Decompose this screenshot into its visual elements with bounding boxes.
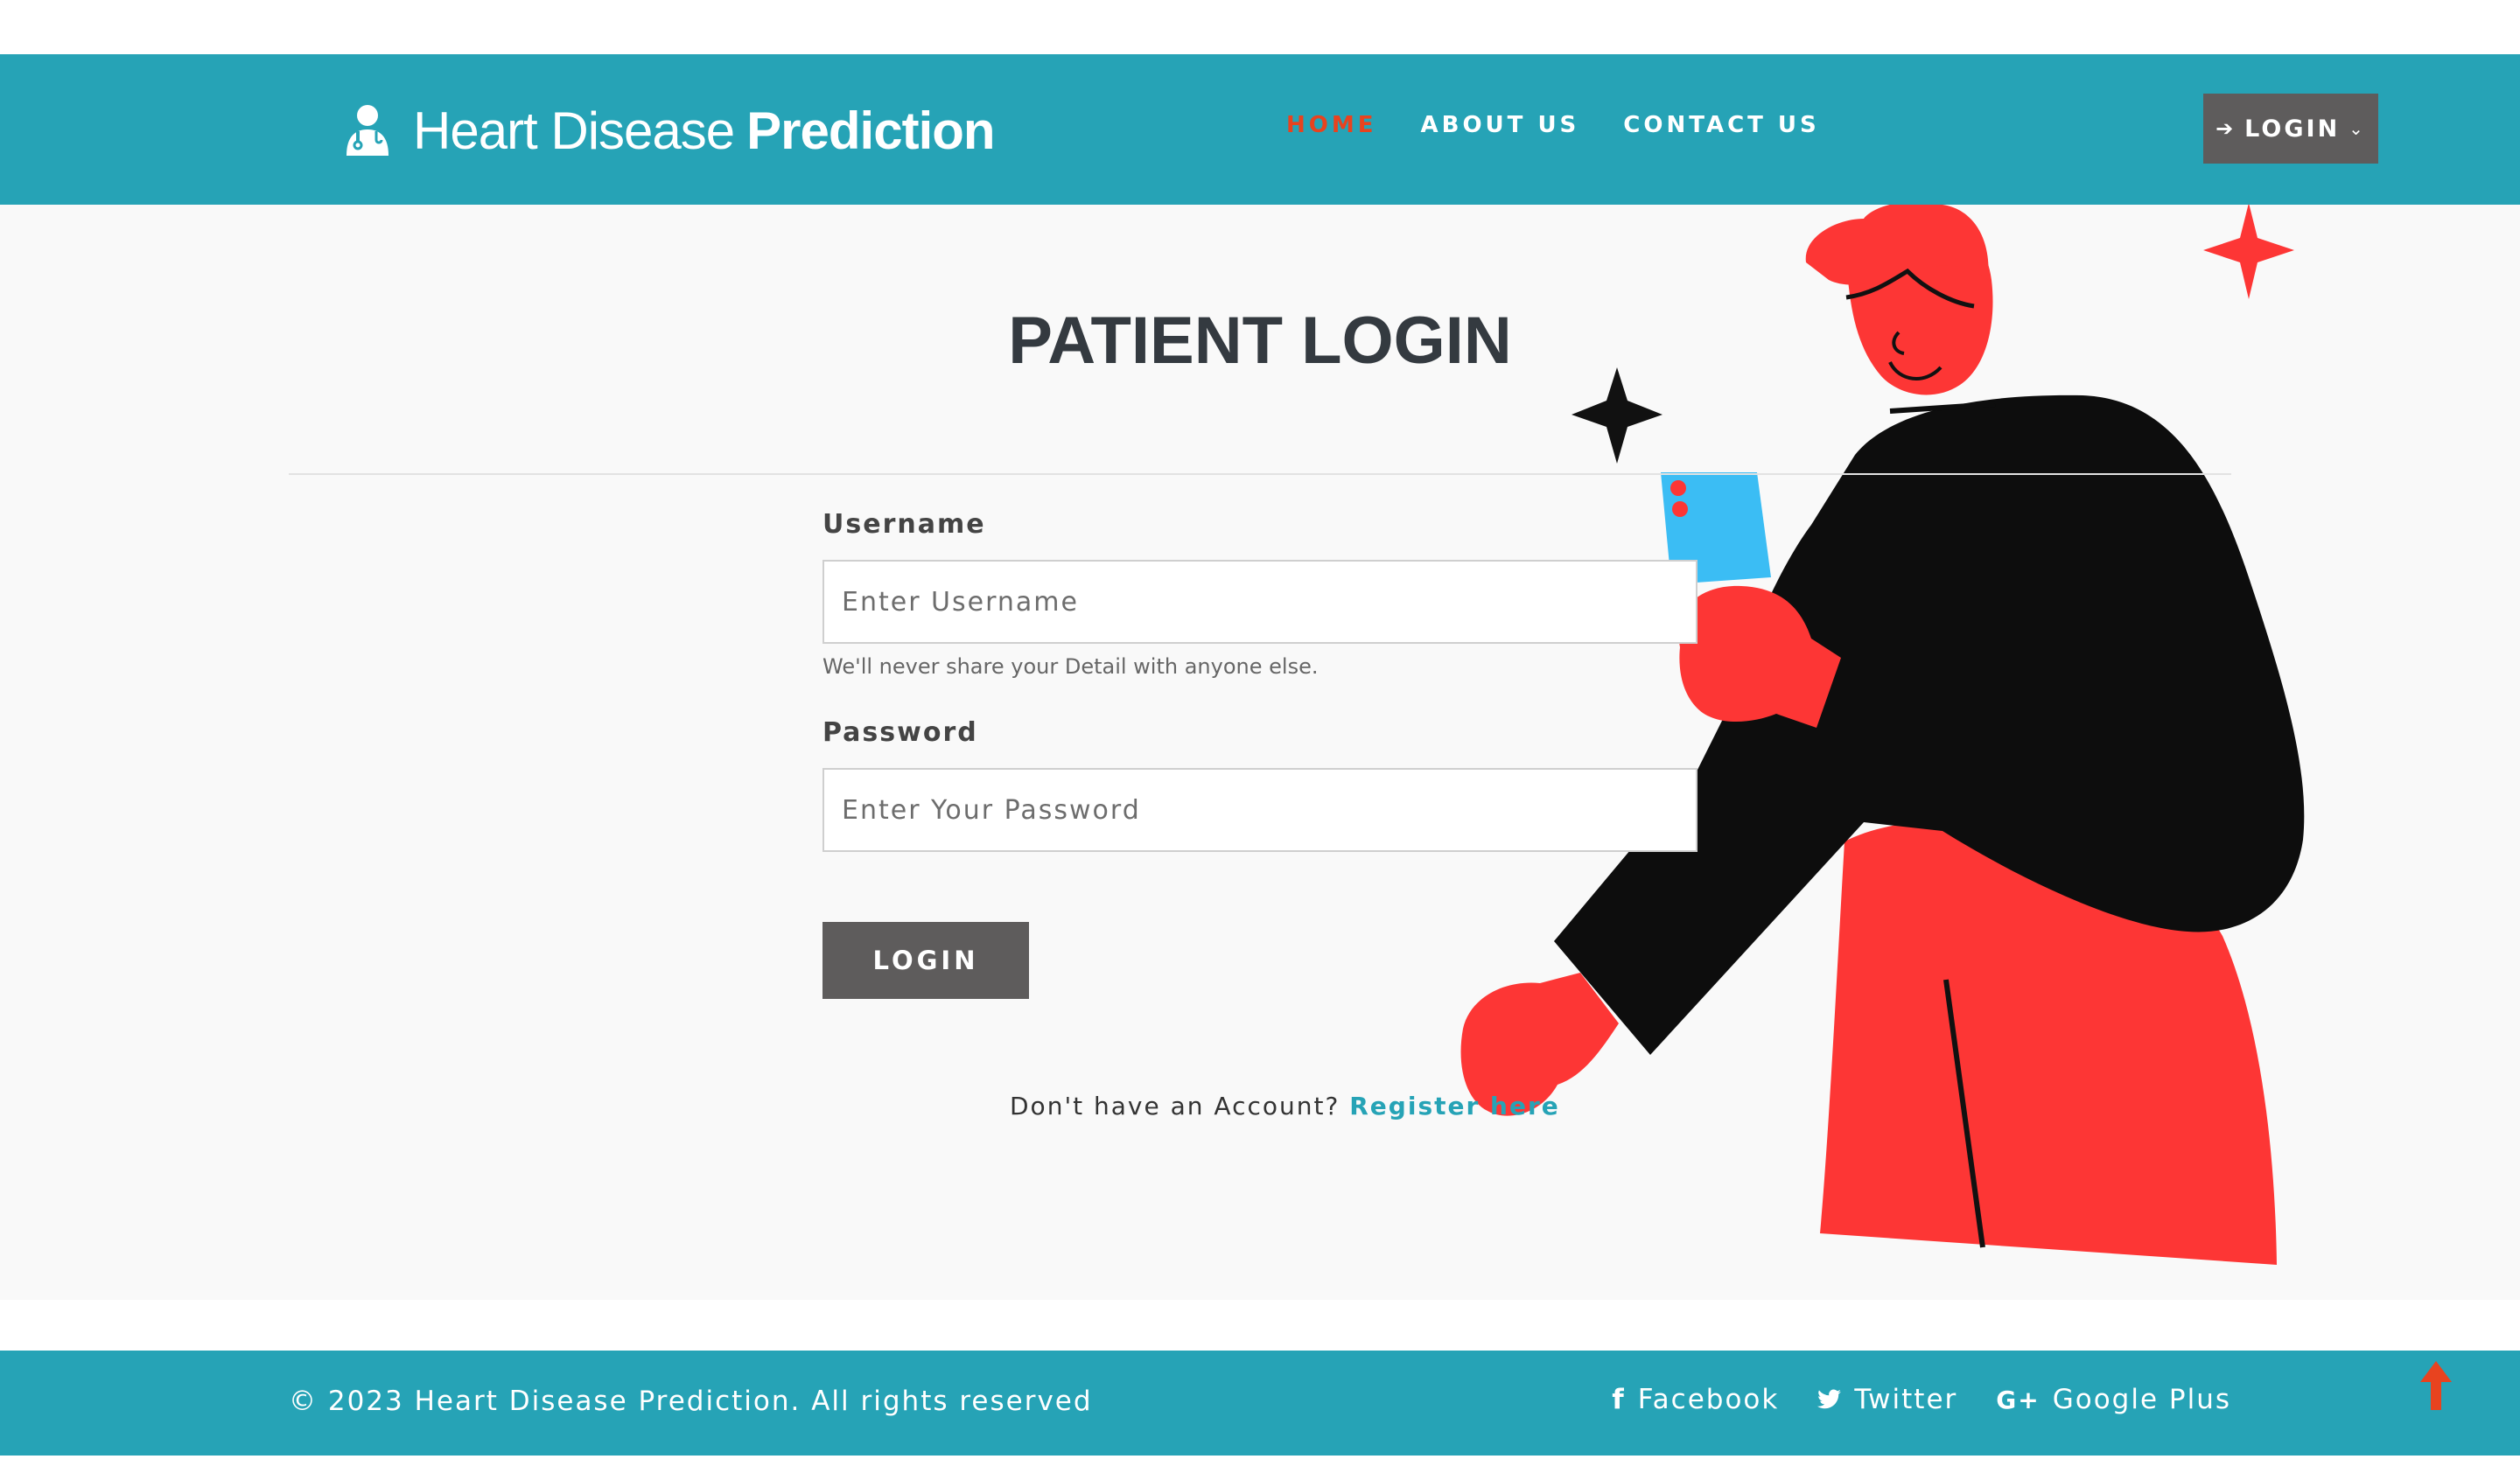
doctor-icon	[346, 105, 388, 156]
scroll-to-top-icon[interactable]	[2417, 1361, 2455, 1410]
login-dropdown-button[interactable]: ➔ LOGIN ⌄	[2203, 94, 2378, 164]
twitter-icon	[1817, 1389, 1842, 1409]
register-text: Don't have an Account?	[1010, 1092, 1340, 1120]
site-header: Heart Disease Prediction HOME ABOUT US CO…	[0, 54, 2520, 205]
password-input[interactable]	[822, 768, 1698, 852]
nav-about-us[interactable]: ABOUT US	[1421, 112, 1580, 138]
site-footer: © 2023 Heart Disease Prediction. All rig…	[0, 1351, 2520, 1456]
divider	[289, 473, 2231, 475]
brand-name: Heart Disease Prediction	[413, 101, 996, 161]
chevron-down-icon: ⌄	[2348, 118, 2366, 139]
google-plus-label: Google Plus	[2052, 1384, 2231, 1415]
brand-name-light: Heart Disease	[413, 101, 735, 160]
sign-in-icon: ➔	[2216, 116, 2236, 141]
main-nav: HOME ABOUT US CONTACT US	[1286, 112, 1820, 138]
twitter-label: Twitter	[1854, 1384, 1958, 1415]
nav-home[interactable]: HOME	[1286, 112, 1377, 138]
username-help-text: We'll never share your Detail with anyon…	[822, 654, 1319, 679]
social-links: f Facebook Twitter G+ Google Plus	[1612, 1384, 2231, 1415]
login-section: PATIENT LOGIN Username We'll never share…	[0, 205, 2520, 1300]
facebook-label: Facebook	[1637, 1384, 1780, 1415]
brand-logo[interactable]: Heart Disease Prediction	[343, 96, 996, 164]
username-input[interactable]	[822, 560, 1698, 644]
copyright-text: © 2023 Heart Disease Prediction. All rig…	[289, 1386, 1093, 1417]
facebook-link[interactable]: f Facebook	[1612, 1384, 1779, 1415]
register-link[interactable]: Register here	[1349, 1092, 1560, 1120]
twitter-link[interactable]: Twitter	[1817, 1384, 1957, 1415]
google-plus-icon: G+	[1996, 1385, 2040, 1414]
nav-contact-us[interactable]: CONTACT US	[1623, 112, 1820, 138]
page-title: PATIENT LOGIN	[1008, 304, 1512, 378]
login-dropdown-label: LOGIN	[2244, 115, 2341, 143]
page: Heart Disease Prediction HOME ABOUT US CO…	[0, 0, 2520, 1480]
brand-name-bold: Prediction	[746, 101, 995, 160]
register-prompt: Don't have an Account? Register here	[1010, 1092, 1560, 1120]
login-submit-button[interactable]: LOGIN	[822, 922, 1029, 999]
facebook-icon: f	[1612, 1384, 1626, 1415]
google-plus-link[interactable]: G+ Google Plus	[1996, 1384, 2231, 1415]
username-label: Username	[822, 509, 986, 540]
password-label: Password	[822, 717, 978, 748]
